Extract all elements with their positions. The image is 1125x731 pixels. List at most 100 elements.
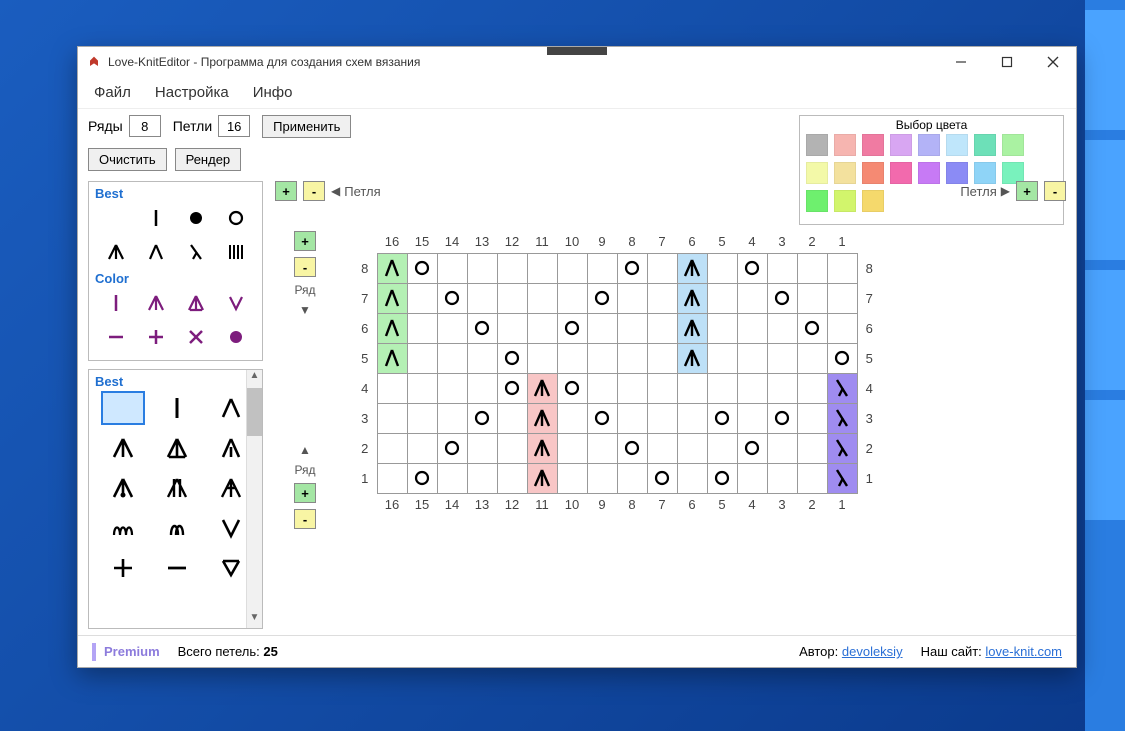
grid-cell[interactable] xyxy=(587,463,617,493)
grid-cell[interactable] xyxy=(527,463,557,493)
grid-cell[interactable] xyxy=(557,373,587,403)
grid-cell[interactable] xyxy=(587,253,617,283)
grid-cell[interactable] xyxy=(467,373,497,403)
grid-cell[interactable] xyxy=(527,373,557,403)
grid-cell[interactable] xyxy=(437,313,467,343)
grid-cell[interactable] xyxy=(677,283,707,313)
grid-cell[interactable] xyxy=(647,253,677,283)
maximize-button[interactable] xyxy=(984,47,1030,77)
grid-cell[interactable] xyxy=(647,433,677,463)
grid-cell[interactable] xyxy=(677,373,707,403)
grid-cell[interactable] xyxy=(737,373,767,403)
grid-cell[interactable] xyxy=(827,373,857,403)
grid-cell[interactable] xyxy=(797,403,827,433)
grid-cell[interactable] xyxy=(767,373,797,403)
grid-cell[interactable] xyxy=(557,313,587,343)
grid-cell[interactable] xyxy=(407,373,437,403)
grid-cell[interactable] xyxy=(797,463,827,493)
row-top-minus-button[interactable]: - xyxy=(294,257,316,277)
palette-scrollbar[interactable]: ▲ ▼ xyxy=(246,370,262,628)
grid-cell[interactable] xyxy=(797,313,827,343)
grid-cell[interactable] xyxy=(617,433,647,463)
grid-cell[interactable] xyxy=(707,433,737,463)
symbol-color-dash[interactable] xyxy=(99,322,133,352)
grid-cell[interactable] xyxy=(587,433,617,463)
grid-cell[interactable] xyxy=(677,343,707,373)
symbol2-empty-selected[interactable] xyxy=(101,391,145,425)
grid-cell[interactable] xyxy=(707,373,737,403)
grid-cell[interactable] xyxy=(377,343,407,373)
grid-cell[interactable] xyxy=(467,463,497,493)
grid-cell[interactable] xyxy=(767,253,797,283)
symbol-yo[interactable] xyxy=(219,203,253,233)
grid-cell[interactable] xyxy=(377,313,407,343)
grid-cell[interactable] xyxy=(617,283,647,313)
grid-cell[interactable] xyxy=(767,433,797,463)
render-button[interactable]: Рендер xyxy=(175,148,242,171)
color-swatch[interactable] xyxy=(806,134,828,156)
grid-cell[interactable] xyxy=(827,253,857,283)
grid-cell[interactable] xyxy=(647,373,677,403)
color-swatch[interactable] xyxy=(918,134,940,156)
author-link[interactable]: devoleksiy xyxy=(842,644,903,659)
rows-input[interactable] xyxy=(129,115,161,137)
menu-settings[interactable]: Настройка xyxy=(143,78,241,107)
grid-cell[interactable] xyxy=(827,283,857,313)
grid-cell[interactable] xyxy=(827,313,857,343)
grid-cell[interactable] xyxy=(827,463,857,493)
grid-cell[interactable] xyxy=(647,283,677,313)
grid-cell[interactable] xyxy=(497,313,527,343)
grid-cell[interactable] xyxy=(437,463,467,493)
grid-cell[interactable] xyxy=(767,283,797,313)
grid-cell[interactable] xyxy=(497,283,527,313)
grid-cell[interactable] xyxy=(797,373,827,403)
grid-cell[interactable] xyxy=(617,343,647,373)
grid-cell[interactable] xyxy=(467,313,497,343)
grid-cell[interactable] xyxy=(467,403,497,433)
grid-cell[interactable] xyxy=(557,403,587,433)
grid-cell[interactable] xyxy=(467,433,497,463)
grid-cell[interactable] xyxy=(647,463,677,493)
symbol-ribs[interactable] xyxy=(219,237,253,267)
color-swatch[interactable] xyxy=(974,134,996,156)
loop-left-minus-button[interactable]: - xyxy=(303,181,325,201)
symbol-empty[interactable] xyxy=(99,203,133,233)
grid-cell[interactable] xyxy=(557,433,587,463)
grid-cell[interactable] xyxy=(437,433,467,463)
grid-cell[interactable] xyxy=(767,463,797,493)
minimize-button[interactable] xyxy=(938,47,984,77)
grid-cell[interactable] xyxy=(797,253,827,283)
grid-cell[interactable] xyxy=(407,433,437,463)
symbol2-plus[interactable] xyxy=(101,551,145,585)
row-bottom-minus-button[interactable]: - xyxy=(294,509,316,529)
grid-cell[interactable] xyxy=(767,313,797,343)
symbol-color-cdd[interactable] xyxy=(139,288,173,318)
grid-cell[interactable] xyxy=(647,403,677,433)
grid-cell[interactable] xyxy=(587,313,617,343)
color-swatch[interactable] xyxy=(862,134,884,156)
grid-cell[interactable] xyxy=(737,313,767,343)
grid-cell[interactable] xyxy=(527,313,557,343)
grid-cell[interactable] xyxy=(737,463,767,493)
grid-cell[interactable] xyxy=(737,403,767,433)
symbol-color-plus[interactable] xyxy=(139,322,173,352)
symbol2-dash[interactable] xyxy=(155,551,199,585)
symbol-color-v[interactable] xyxy=(219,288,253,318)
grid-cell[interactable] xyxy=(737,283,767,313)
symbol2-loops2[interactable] xyxy=(155,511,199,545)
grid-cell[interactable] xyxy=(467,343,497,373)
grid-cell[interactable] xyxy=(827,403,857,433)
grid-cell[interactable] xyxy=(677,313,707,343)
grid-cell[interactable] xyxy=(407,313,437,343)
grid-cell[interactable] xyxy=(497,373,527,403)
grid-cell[interactable] xyxy=(497,463,527,493)
grid-cell[interactable] xyxy=(377,283,407,313)
grid-cell[interactable] xyxy=(407,343,437,373)
grid-cell[interactable] xyxy=(557,343,587,373)
grid-cell[interactable] xyxy=(437,343,467,373)
symbol-lambda[interactable] xyxy=(179,237,213,267)
grid-cell[interactable] xyxy=(557,463,587,493)
scroll-thumb[interactable] xyxy=(247,388,262,436)
grid-cell[interactable] xyxy=(797,283,827,313)
row-bottom-plus-button[interactable]: + xyxy=(294,483,316,503)
